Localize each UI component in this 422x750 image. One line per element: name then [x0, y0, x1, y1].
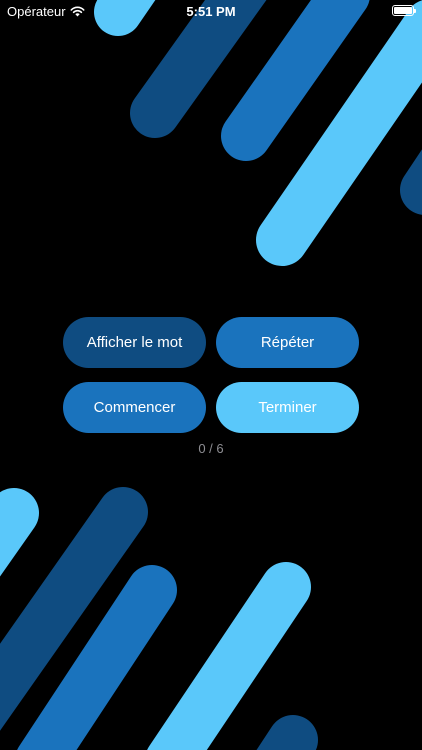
- progress-counter: 0 / 6: [198, 441, 224, 456]
- battery-icon: [392, 5, 416, 16]
- show-word-button[interactable]: Afficher le mot: [63, 317, 206, 368]
- finish-button[interactable]: Terminer: [216, 382, 359, 433]
- start-button[interactable]: Commencer: [63, 382, 206, 433]
- status-bar: Opérateur 5:51 PM: [0, 0, 422, 24]
- clock: 5:51 PM: [186, 4, 236, 19]
- controls: Afficher le mot Répéter Commencer Termin…: [0, 0, 422, 750]
- battery-fill: [394, 7, 412, 14]
- repeat-button[interactable]: Répéter: [216, 317, 359, 368]
